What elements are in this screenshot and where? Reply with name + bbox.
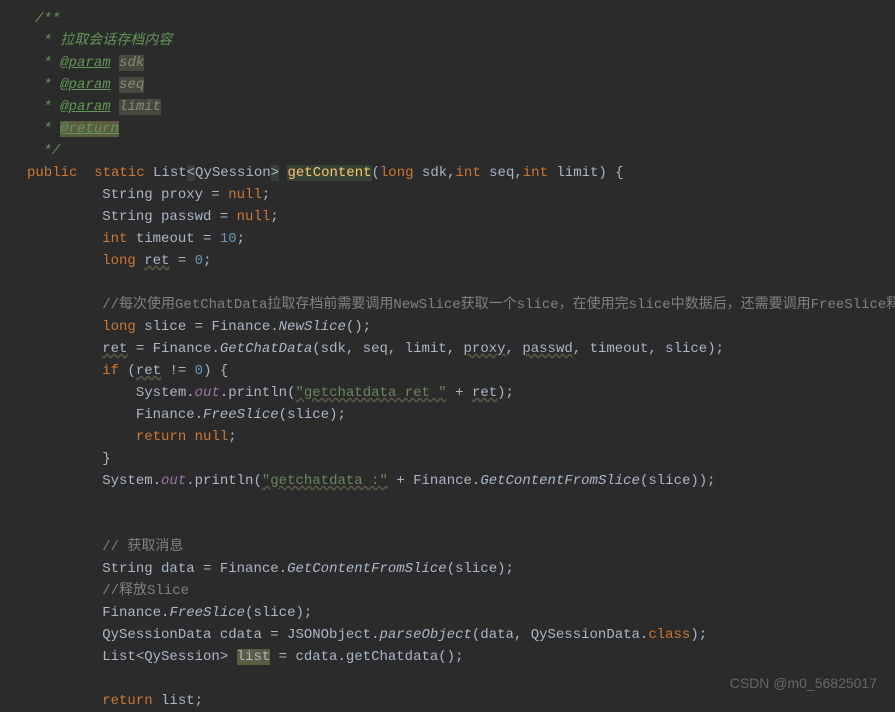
list-decl: List<QySession> list = cdata.getChatdata… [0, 646, 895, 668]
doc-param-sdk: * @param sdk [0, 52, 895, 74]
doc-comment-close: */ [0, 140, 895, 162]
code-editor[interactable]: /** * 拉取会话存档内容 * @param sdk * @param seq… [0, 8, 895, 712]
comment-release: //释放Slice [0, 580, 895, 602]
blank-line [0, 272, 895, 294]
comment-slice: //每次使用GetChatData拉取存档前需要调用NewSlice获取一个sl… [0, 294, 895, 316]
data-decl: String data = Finance.GetContentFromSlic… [0, 558, 895, 580]
return-null: return null; [0, 426, 895, 448]
watermark: CSDN @m0_56825017 [730, 672, 877, 694]
freeslice-2: Finance.FreeSlice(slice); [0, 602, 895, 624]
comment-getmsg: // 获取消息 [0, 536, 895, 558]
getchatdata-call: ret = Finance.GetChatData(sdk, seq, limi… [0, 338, 895, 360]
freeslice-1: Finance.FreeSlice(slice); [0, 404, 895, 426]
println-content: System.out.println("getchatdata :" + Fin… [0, 470, 895, 492]
blank-line [0, 514, 895, 536]
parse-json: QySessionData cdata = JSONObject.parseOb… [0, 624, 895, 646]
doc-comment-open: /** [0, 8, 895, 30]
doc-param-seq: * @param seq [0, 74, 895, 96]
doc-param-limit: * @param limit [0, 96, 895, 118]
println-ret: System.out.println("getchatdata ret " + … [0, 382, 895, 404]
proxy-decl: String proxy = null; [0, 184, 895, 206]
close-brace-1: } [0, 448, 895, 470]
slice-decl: long slice = Finance.NewSlice(); [0, 316, 895, 338]
if-check: if (ret != 0) { [0, 360, 895, 382]
doc-comment-desc: * 拉取会话存档内容 [0, 30, 895, 52]
method-signature: public static List<QySession> getContent… [0, 162, 895, 184]
doc-return: * @return [0, 118, 895, 140]
ret-decl: long ret = 0; [0, 250, 895, 272]
timeout-decl: int timeout = 10; [0, 228, 895, 250]
blank-line [0, 492, 895, 514]
passwd-decl: String passwd = null; [0, 206, 895, 228]
